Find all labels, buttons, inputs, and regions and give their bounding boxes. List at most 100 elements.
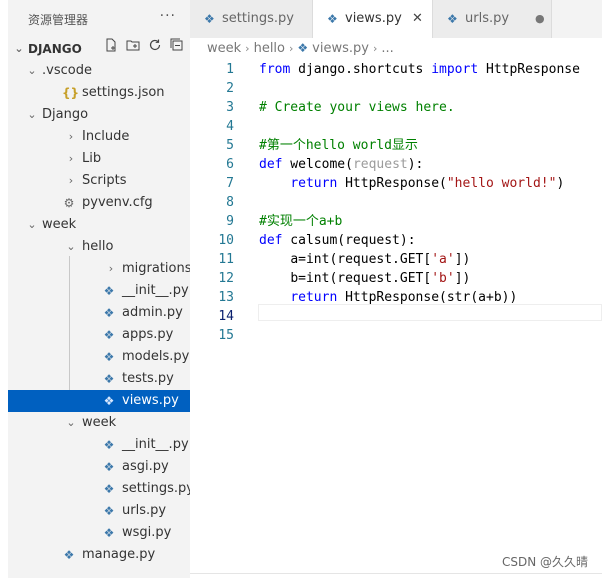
- chevron-right-icon: ›: [68, 130, 74, 143]
- tree-item-label: views.py: [122, 393, 179, 408]
- unsaved-dot-icon[interactable]: ●: [535, 0, 545, 38]
- line-number: 11: [218, 252, 234, 267]
- tree-file-settings-json[interactable]: {} settings.json: [8, 82, 190, 104]
- tree-folder-django[interactable]: ⌄ Django: [8, 104, 190, 126]
- code-comment: #实现一个a+b: [259, 214, 343, 229]
- close-icon[interactable]: ✕: [412, 0, 423, 38]
- punctuation: ): [556, 176, 565, 191]
- tree-item-label: settings.json: [82, 85, 165, 100]
- collapse-all-icon[interactable]: [170, 38, 184, 60]
- chevron-right-icon: ›: [245, 42, 250, 55]
- tab-settings-py[interactable]: ❖ settings.py: [190, 0, 313, 38]
- refresh-icon[interactable]: [148, 38, 162, 60]
- tree-file-tests-py[interactable]: ❖ tests.py: [8, 368, 190, 390]
- chevron-right-icon: ›: [68, 152, 74, 165]
- python-file-icon: ❖: [63, 548, 75, 562]
- tree-item-label: week: [42, 217, 77, 232]
- new-folder-icon[interactable]: [126, 38, 140, 60]
- gear-icon: ⚙: [63, 196, 75, 210]
- root-folder-label: DJANGO: [28, 42, 82, 56]
- python-file-icon: ❖: [103, 328, 115, 342]
- tree-file-pyvenv-cfg[interactable]: ⚙ pyvenv.cfg: [8, 192, 190, 214]
- code-line: def calsum(request):: [259, 231, 416, 250]
- call: HttpResponse(str(a+b)): [337, 290, 518, 305]
- tree-folder-include[interactable]: › Include: [8, 126, 190, 148]
- breadcrumb-item[interactable]: hello: [254, 39, 285, 59]
- tree-item-label: urls.py: [122, 503, 167, 518]
- line-number: 1: [226, 62, 234, 77]
- tree-file-manage-py[interactable]: ❖ manage.py: [8, 544, 190, 566]
- explorer-title: 资源管理器: [28, 12, 89, 27]
- tree-folder-lib[interactable]: › Lib: [8, 148, 190, 170]
- breadcrumb-item[interactable]: views.py: [312, 39, 369, 59]
- explorer-root[interactable]: ⌄ DJANGO: [8, 38, 190, 60]
- tree-item-label: hello: [82, 239, 114, 254]
- module-name: django.shortcuts: [290, 62, 432, 77]
- code-comment: # Create your views here.: [259, 100, 455, 115]
- tab-label: settings.py: [222, 11, 294, 26]
- tree-file-settings-py[interactable]: ❖ settings.py: [8, 478, 194, 500]
- tree-file-asgi-py[interactable]: ❖ asgi.py: [8, 456, 190, 478]
- explorer-sidebar: 资源管理器 ··· ⌄ DJANGO ⌄ .vscode {} settings…: [8, 0, 194, 578]
- tree-folder-week[interactable]: ⌄ week: [8, 214, 190, 236]
- string-literal: 'b': [431, 271, 455, 286]
- tree-file-apps-py[interactable]: ❖ apps.py: [8, 324, 190, 346]
- line-number: 15: [218, 328, 234, 343]
- tree-item-label: settings.py: [122, 481, 194, 496]
- tree-item-label: Lib: [82, 151, 102, 166]
- keyword: def: [259, 233, 283, 248]
- tree-file-models-py[interactable]: ❖ models.py: [8, 346, 190, 368]
- tree-folder-migrations[interactable]: › migrations: [8, 258, 192, 280]
- line-number: 13: [218, 290, 234, 305]
- tree-item-label: migrations: [122, 261, 192, 276]
- code-editor[interactable]: 1 2 3 4 5 6 7 8 9 10 11 12 13 14 15 from…: [190, 58, 602, 578]
- line-number-current: 14: [218, 309, 234, 324]
- punctuation: ]): [454, 252, 471, 267]
- keyword: from: [259, 62, 291, 77]
- explorer-header: 资源管理器 ···: [8, 0, 190, 38]
- tree-file-views-py[interactable]: ❖ views.py: [8, 390, 190, 412]
- string-literal: 'a': [431, 252, 455, 267]
- line-number: 3: [226, 100, 234, 115]
- call: HttpResponse(: [337, 176, 447, 191]
- tree-folder-hello[interactable]: ⌄ hello: [8, 236, 190, 258]
- function-name: welcome(: [282, 157, 353, 172]
- breadcrumb-item[interactable]: ...: [381, 39, 393, 59]
- tab-label: views.py: [345, 11, 402, 26]
- new-file-icon[interactable]: [104, 38, 118, 60]
- chevron-down-icon: ⌄: [66, 416, 76, 429]
- watermark: CSDN @久久晴: [501, 555, 588, 569]
- tree-file-init-py[interactable]: ❖ __init__.py: [8, 280, 190, 302]
- tab-views-py[interactable]: ❖ views.py ✕: [313, 0, 433, 38]
- tree-item-label: admin.py: [122, 305, 183, 320]
- string-literal: "hello world!": [446, 176, 557, 191]
- function-name: calsum(request):: [282, 233, 416, 248]
- chevron-down-icon: ⌄: [27, 108, 37, 121]
- tab-label: urls.py: [465, 11, 510, 26]
- tree-item-label: wsgi.py: [122, 525, 172, 540]
- code-comment: #第一个hello world显示: [259, 138, 418, 153]
- tree-file-urls-py[interactable]: ❖ urls.py: [8, 500, 190, 522]
- python-file-icon: ❖: [103, 394, 115, 408]
- more-actions-icon[interactable]: ···: [160, 8, 176, 24]
- tab-urls-py[interactable]: ❖ urls.py ●: [433, 0, 552, 38]
- divider: [190, 573, 602, 574]
- tree-folder-vscode[interactable]: ⌄ .vscode: [8, 60, 190, 82]
- tree-item-label: manage.py: [82, 547, 156, 562]
- tree-file-admin-py[interactable]: ❖ admin.py: [8, 302, 190, 324]
- breadcrumb: week › hello › ❖ views.py ›...: [207, 38, 394, 58]
- tree-folder-scripts[interactable]: › Scripts: [8, 170, 190, 192]
- tree-file-init-py[interactable]: ❖ __init__.py: [8, 434, 190, 456]
- tree-file-wsgi-py[interactable]: ❖ wsgi.py: [8, 522, 190, 544]
- punctuation: ):: [407, 157, 424, 172]
- chevron-down-icon: ⌄: [27, 218, 37, 231]
- breadcrumb-item[interactable]: week: [207, 39, 241, 59]
- python-file-icon: ❖: [103, 526, 115, 540]
- code-line: a=int(request.GET['a']): [259, 250, 470, 269]
- tree-item-label: models.py: [122, 349, 190, 364]
- tree-folder-week-inner[interactable]: ⌄ week: [8, 412, 190, 434]
- code-line: return HttpResponse("hello world!"): [259, 174, 564, 193]
- parameter: request: [352, 157, 408, 172]
